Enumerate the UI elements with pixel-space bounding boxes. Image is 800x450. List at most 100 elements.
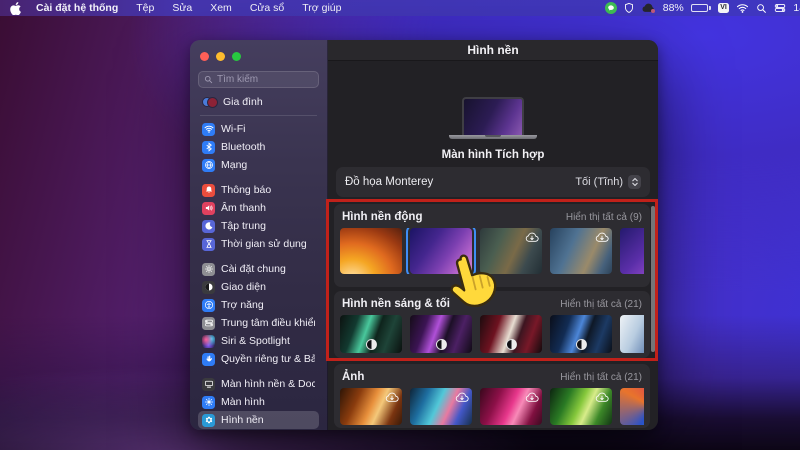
battery-icon[interactable]: [691, 4, 711, 12]
light-dark-badge-icon: [506, 339, 517, 350]
wifi-menubar-icon[interactable]: [736, 3, 749, 13]
toggles-icon: [202, 317, 215, 330]
wallpaper-thumb-purple[interactable]: [410, 315, 472, 353]
wallpaper-thumb-red[interactable]: [480, 315, 542, 353]
family-avatars-icon: [202, 96, 217, 109]
sidebar-item-wallpaper[interactable]: Hình nền: [198, 411, 319, 429]
shield-icon[interactable]: [624, 2, 634, 14]
hourglass-icon: [202, 238, 215, 251]
section-title: Hình nền sáng & tối: [342, 298, 450, 310]
sidebar-item-notifications[interactable]: Thông báo: [198, 181, 319, 199]
spotlight-icon[interactable]: [756, 3, 767, 14]
globe-icon: [202, 159, 215, 172]
current-wallpaper-name: Đồ họa Monterey: [345, 176, 433, 188]
display-preview: Màn hình Tích hợp: [328, 97, 658, 161]
sidebar-item-label: Hình nền: [221, 414, 264, 426]
photo-thumb-shapes[interactable]: [620, 388, 644, 425]
siri-icon: [202, 335, 215, 348]
section-title: Hình nền động: [342, 211, 422, 223]
zoom-button[interactable]: [232, 52, 241, 61]
wallpaper-mode-value: Tối (Tĩnh): [575, 176, 623, 188]
scrollbar-thumb[interactable]: [651, 206, 655, 352]
download-cloud-icon: [595, 230, 609, 241]
sidebar-item-label: Cài đặt chung: [221, 263, 286, 275]
macbook-screen: [462, 97, 524, 135]
search-icon: [204, 75, 213, 84]
wallpaper-thumb-purple-abstract[interactable]: [620, 228, 644, 274]
menu-help[interactable]: Trợ giúp: [293, 0, 350, 16]
appearance-icon: [202, 281, 215, 294]
sidebar-item-label: Siri & Spotlight: [221, 335, 290, 347]
sidebar-item-bluetooth[interactable]: Bluetooth: [198, 138, 319, 156]
bluetooth-icon: [202, 141, 215, 154]
hand-icon: [202, 353, 215, 366]
sidebar-item-label: Trợ năng: [221, 299, 264, 311]
wallpaper-thumb-white-blue[interactable]: [620, 315, 644, 353]
sidebar-item-siri[interactable]: Siri & Spotlight: [198, 332, 319, 350]
sidebar-item-appearance[interactable]: Giao diện: [198, 278, 319, 296]
moon-icon: [202, 220, 215, 233]
gear-icon: [202, 263, 215, 276]
sidebar-item-focus[interactable]: Tập trung: [198, 217, 319, 235]
sidebar-item-label: Màn hình: [221, 396, 265, 408]
input-source-badge[interactable]: VI: [718, 3, 730, 13]
apple-menu[interactable]: [10, 2, 27, 15]
sidebar-item-label: Quyền riêng tư & Bảo mật: [221, 353, 315, 365]
menu-window[interactable]: Cửa sổ: [241, 0, 293, 16]
sidebar-divider: [200, 115, 317, 116]
wallpaper-thumb-catalina[interactable]: [550, 228, 612, 274]
sidebar-item-label: Wi-Fi: [221, 123, 246, 135]
sidebar: Tìm kiếm Gia đình Wi-Fi Bluetooth Mạng: [190, 40, 328, 430]
light-dark-badge-icon: [366, 339, 377, 350]
wallpaper-thumb-teal[interactable]: [340, 315, 402, 353]
menubar-clock[interactable]: 14:: [793, 2, 800, 14]
wallpaper-thumb-ventura[interactable]: [340, 228, 402, 274]
sidebar-item-general[interactable]: Cài đặt chung: [198, 260, 319, 278]
sidebar-item-label: Gia đình: [223, 96, 263, 108]
search-input[interactable]: Tìm kiếm: [198, 71, 319, 88]
search-placeholder: Tìm kiếm: [217, 74, 258, 85]
sidebar-item-label: Màn hình nền & Dock: [221, 378, 315, 390]
sidebar-item-screensaver[interactable]: Trình bảo vệ Màn hình: [198, 429, 319, 430]
show-all-link[interactable]: Hiển thị tất cả (21): [560, 299, 642, 310]
menu-edit[interactable]: Sửa: [163, 0, 201, 16]
sidebar-item-label: Giao diện: [221, 281, 266, 293]
sidebar-item-control-center[interactable]: Trung tâm điều khiển: [198, 314, 319, 332]
sidebar-item-label: Âm thanh: [221, 202, 266, 214]
sidebar-item-screen-time[interactable]: Thời gian sử dụng: [198, 235, 319, 253]
show-all-link[interactable]: Hiển thị tất cả (9): [566, 212, 642, 223]
sidebar-item-privacy[interactable]: Quyền riêng tư & Bảo mật: [198, 350, 319, 368]
sidebar-item-wifi[interactable]: Wi-Fi: [198, 120, 319, 138]
photo-thumb-cyan[interactable]: [410, 388, 472, 425]
sidebar-item-label: Mạng: [221, 159, 247, 171]
wallpaper-mode-stepper[interactable]: [628, 175, 641, 189]
accessibility-icon: [202, 299, 215, 312]
cloud-app-icon[interactable]: [641, 3, 656, 13]
menubar-app-name[interactable]: Cài đặt hệ thống: [27, 0, 127, 16]
control-center-icon[interactable]: [774, 3, 786, 13]
sidebar-item-desktop-dock[interactable]: Màn hình nền & Dock: [198, 375, 319, 393]
page-title: Hình nền: [467, 43, 518, 57]
photo-thumb-orange[interactable]: [340, 388, 402, 425]
current-wallpaper-row: Đồ họa Monterey Tối (Tĩnh): [336, 167, 650, 197]
minimize-button[interactable]: [216, 52, 225, 61]
photo-thumb-green[interactable]: [550, 388, 612, 425]
wallpaper-thumb-blue[interactable]: [550, 315, 612, 353]
photo-thumb-pink[interactable]: [480, 388, 542, 425]
sidebar-item-network[interactable]: Mạng: [198, 156, 319, 174]
sidebar-item-family[interactable]: Gia đình: [198, 93, 319, 111]
sidebar-item-sound[interactable]: Âm thanh: [198, 199, 319, 217]
sidebar-item-label: Trung tâm điều khiển: [221, 317, 315, 329]
chat-app-icon[interactable]: [605, 2, 617, 14]
flower-icon: [202, 414, 215, 427]
sidebar-list: Gia đình Wi-Fi Bluetooth Mạng Thông báo: [198, 93, 319, 430]
menu-file[interactable]: Tệp: [127, 0, 163, 16]
sidebar-item-accessibility[interactable]: Trợ năng: [198, 296, 319, 314]
window-controls: [198, 50, 319, 71]
show-all-link[interactable]: Hiển thị tất cả (21): [560, 372, 642, 383]
bell-icon: [202, 184, 215, 197]
menu-view[interactable]: Xem: [201, 0, 241, 16]
sidebar-item-displays[interactable]: Màn hình: [198, 393, 319, 411]
download-cloud-icon: [455, 390, 469, 401]
close-button[interactable]: [200, 52, 209, 61]
